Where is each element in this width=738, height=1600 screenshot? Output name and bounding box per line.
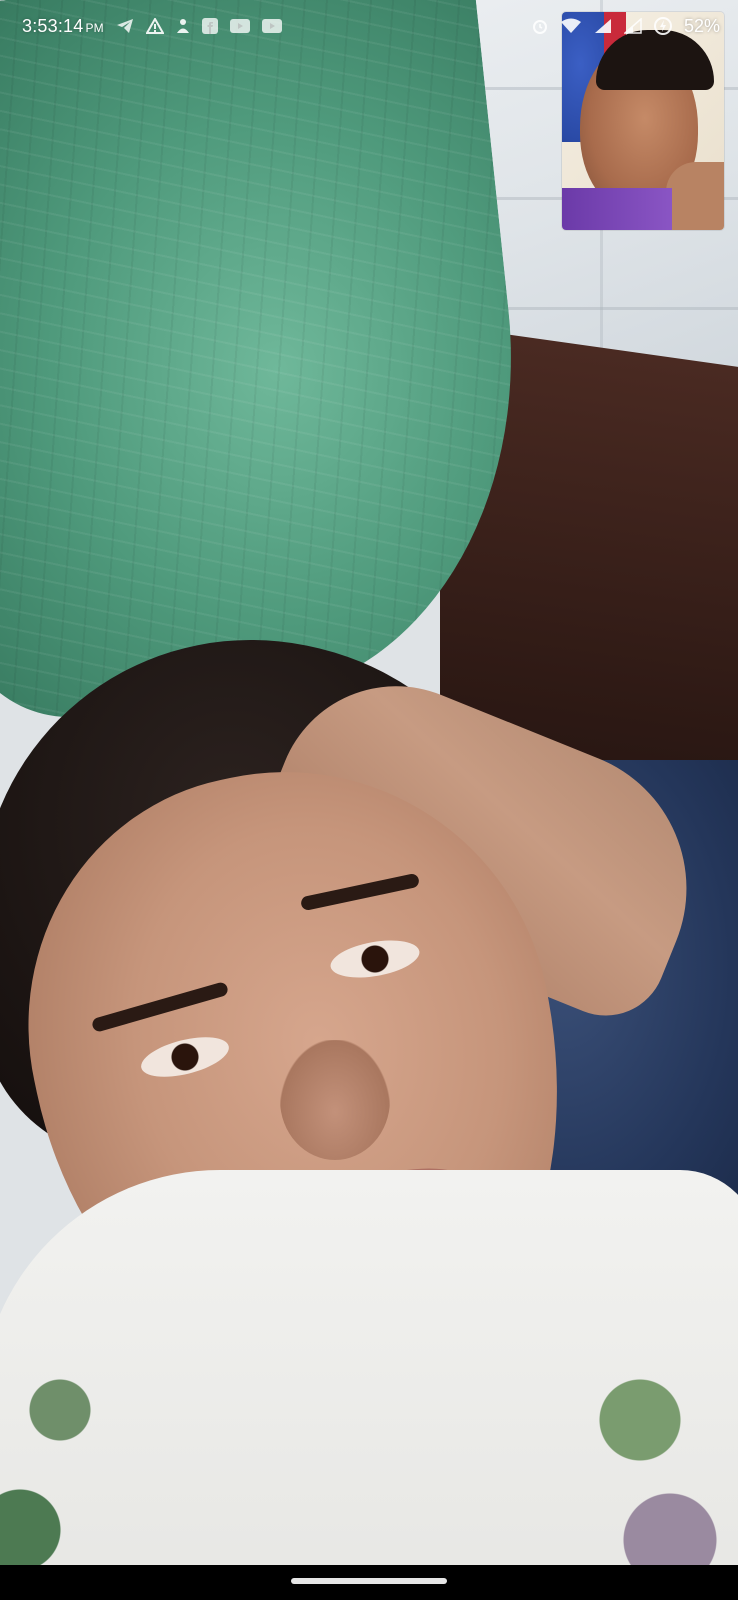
clock-ampm: PM <box>85 20 104 35</box>
battery-saver-icon <box>653 17 672 35</box>
telegram-icon <box>116 18 134 34</box>
pip-shoulder <box>666 162 724 230</box>
status-left: 3:53:14 PM <box>22 16 282 37</box>
nose <box>280 1040 390 1160</box>
signal-icon <box>594 18 612 34</box>
youtube-icon <box>229 19 250 33</box>
navigation-bar <box>0 1565 738 1600</box>
battery-percentage: 52% <box>683 15 720 36</box>
status-clock: 3:53:14 PM <box>22 16 104 37</box>
warning-icon <box>145 18 164 34</box>
status-right: 52% <box>532 16 720 37</box>
signal-icon <box>623 18 642 34</box>
alarm-icon <box>532 18 548 34</box>
floral-shirt <box>0 1170 738 1565</box>
remote-video-feed[interactable] <box>0 0 738 1565</box>
clock-time: 3:53:14 <box>22 15 84 36</box>
wifi-icon <box>560 18 582 34</box>
youtube-icon <box>261 19 282 33</box>
pip-purple-shirt <box>562 188 672 230</box>
home-indicator[interactable] <box>291 1577 447 1584</box>
facebook-icon <box>201 18 218 34</box>
video-call-screen: 3:53:14 PM 52% <box>0 0 738 1600</box>
status-bar: 3:53:14 PM 52% <box>0 0 738 52</box>
person-icon <box>176 18 190 34</box>
